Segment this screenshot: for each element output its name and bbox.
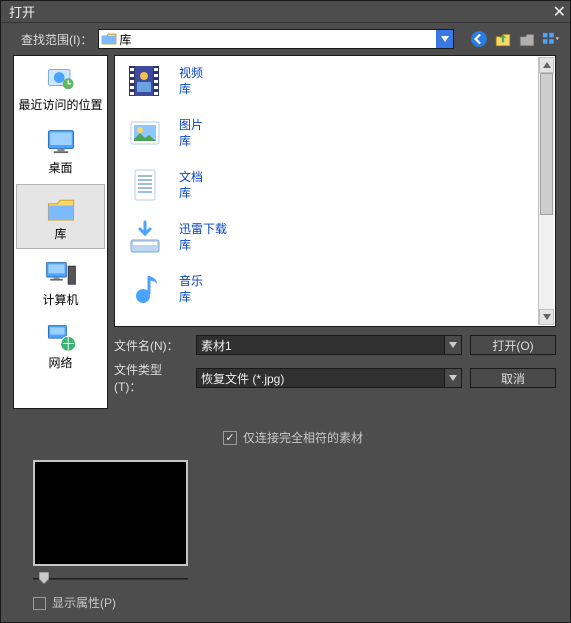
list-item[interactable]: 迅雷下载库 xyxy=(115,212,555,264)
filetype-combo[interactable]: 恢复文件 (*.jpg) xyxy=(196,368,462,388)
list-item[interactable]: 图片库 xyxy=(115,108,555,160)
scroll-track[interactable] xyxy=(539,73,554,309)
place-label: 库 xyxy=(17,225,104,242)
place-libraries[interactable]: 库 xyxy=(16,184,105,249)
list-item[interactable]: 视频库 xyxy=(115,56,555,108)
filetype-value: 恢复文件 (*.jpg) xyxy=(201,370,284,387)
lookin-row: 查找范围(I)： 库 xyxy=(1,23,570,53)
slider-track[interactable] xyxy=(33,578,188,580)
item-name: 迅雷下载 xyxy=(179,222,227,238)
scroll-down-icon[interactable] xyxy=(539,309,554,325)
place-label: 网络 xyxy=(14,354,107,371)
item-name: 视频 xyxy=(179,66,203,82)
cancel-button[interactable]: 取消 xyxy=(470,368,556,388)
download-library-icon xyxy=(123,216,167,260)
show-props-label: 显示属性(P) xyxy=(52,596,116,610)
network-icon xyxy=(43,322,79,352)
title-bar: 打开 ✕ xyxy=(1,1,570,23)
exact-match-label: 仅连接完全相符的素材 xyxy=(243,429,363,446)
window-title: 打开 xyxy=(9,2,35,21)
lookin-combo[interactable]: 库 xyxy=(98,29,454,49)
filename-value: 素材1 xyxy=(201,337,232,354)
folder-icon xyxy=(101,32,117,46)
nav-toolbar xyxy=(470,30,560,48)
place-label: 桌面 xyxy=(14,159,107,176)
preview-pane xyxy=(33,460,188,566)
lookin-label: 查找范围(I)： xyxy=(21,31,92,48)
recent-icon xyxy=(43,64,79,94)
item-sub: 库 xyxy=(179,82,203,98)
places-sidebar: 最近访问的位置 桌面 库 计算机 网络 xyxy=(13,55,108,409)
filename-input[interactable]: 素材1 xyxy=(196,335,462,355)
filetype-label: 文件类型(T)： xyxy=(114,361,188,395)
show-props-checkbox[interactable] xyxy=(33,597,46,610)
desktop-icon xyxy=(43,127,79,157)
item-name: 音乐 xyxy=(179,274,203,290)
item-sub: 库 xyxy=(179,134,203,150)
place-computer[interactable]: 计算机 xyxy=(14,251,107,314)
lookin-value: 库 xyxy=(119,31,131,48)
item-sub: 库 xyxy=(179,290,203,306)
slider-handle[interactable] xyxy=(39,572,49,584)
new-folder-icon[interactable] xyxy=(518,30,536,48)
preview-slider[interactable] xyxy=(33,572,188,586)
place-label: 最近访问的位置 xyxy=(14,96,107,113)
back-icon[interactable] xyxy=(470,30,488,48)
scroll-up-icon[interactable] xyxy=(539,57,554,73)
list-item[interactable]: 文档库 xyxy=(115,160,555,212)
up-icon[interactable] xyxy=(494,30,512,48)
libraries-icon xyxy=(43,193,79,223)
filetype-dropdown-icon[interactable] xyxy=(444,368,462,388)
view-menu-icon[interactable] xyxy=(542,30,560,48)
exact-match-checkbox[interactable]: ✓ xyxy=(223,431,237,445)
open-button[interactable]: 打开(O) xyxy=(470,335,556,355)
vertical-scrollbar[interactable] xyxy=(538,57,554,325)
item-sub: 库 xyxy=(179,186,203,202)
filename-dropdown-icon[interactable] xyxy=(444,335,462,355)
close-icon[interactable]: ✕ xyxy=(553,2,566,22)
filename-label: 文件名(N)： xyxy=(114,337,188,354)
item-name: 图片 xyxy=(179,118,203,134)
music-library-icon xyxy=(123,268,167,312)
place-network[interactable]: 网络 xyxy=(14,314,107,377)
pictures-library-icon xyxy=(123,112,167,156)
item-sub: 库 xyxy=(179,238,227,254)
documents-library-icon xyxy=(123,164,167,208)
lookin-dropdown-icon[interactable] xyxy=(436,30,453,48)
scroll-thumb[interactable] xyxy=(540,73,553,215)
video-library-icon xyxy=(123,60,167,104)
show-props-row[interactable]: 显示属性(P) xyxy=(33,596,570,610)
place-recent[interactable]: 最近访问的位置 xyxy=(14,56,107,119)
place-desktop[interactable]: 桌面 xyxy=(14,119,107,182)
item-name: 文档 xyxy=(179,170,203,186)
exact-match-row[interactable]: ✓ 仅连接完全相符的素材 xyxy=(223,429,570,446)
list-item[interactable]: 音乐库 xyxy=(115,264,555,316)
computer-icon xyxy=(43,259,79,289)
file-list[interactable]: 视频库 图片库 文档库 迅雷下载库 xyxy=(114,55,556,327)
place-label: 计算机 xyxy=(14,291,107,308)
